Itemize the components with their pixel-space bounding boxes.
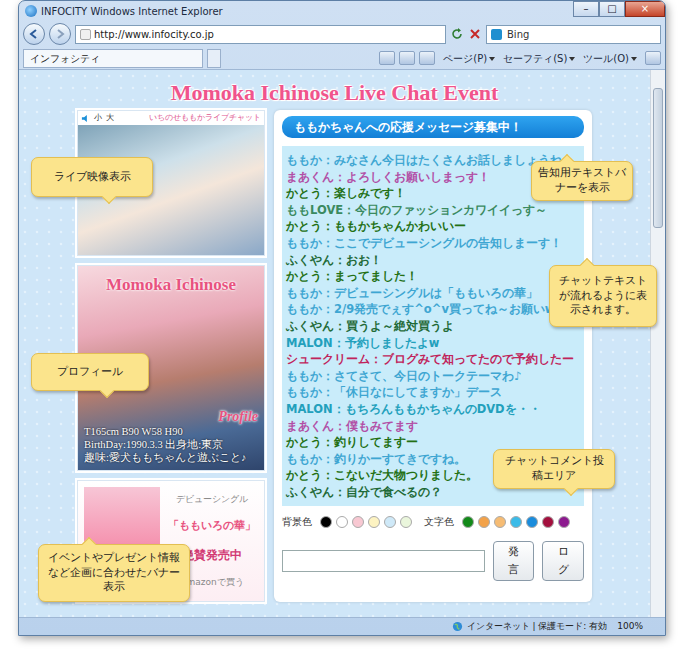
search-field[interactable]: Bing: [486, 25, 661, 44]
bg-color-swatch[interactable]: [384, 516, 396, 528]
chat-message: MALON：もちろんももかちゃんのDVDを・・: [286, 401, 580, 418]
text-color-swatch[interactable]: [542, 516, 554, 528]
ie-logo-icon: [25, 5, 37, 17]
chat-message: ふくやん：おお！: [286, 252, 580, 269]
profile-line: T165cm B90 W58 H90: [84, 425, 246, 438]
banner-kicker: デビューシングル: [166, 493, 258, 507]
forward-button[interactable]: [49, 23, 71, 45]
comment-row: 発言ログ: [282, 535, 584, 581]
title-bar: INFOCITY Windows Internet Explorer–□×: [19, 1, 665, 21]
zone-text: インターネット | 保護モード: 有効: [467, 620, 608, 634]
log-button[interactable]: ログ: [542, 541, 584, 581]
profile-badge: Profile: [218, 406, 258, 427]
scrollbar[interactable]: [650, 70, 665, 617]
stop-icon: [468, 27, 482, 41]
annotation-callout: プロフィール: [31, 353, 149, 391]
chat-message: ももか：ここでデビューシングルの告知しまーす！: [286, 235, 580, 252]
video-bar: 小大 いちのせももかライブチャット: [78, 111, 264, 125]
print-icon[interactable]: [419, 51, 435, 65]
bg-color-swatch[interactable]: [320, 516, 332, 528]
video-label: いちのせももかライブチャット: [149, 112, 261, 124]
color-pickers: 背景色 文字色: [282, 506, 584, 535]
toolbar-menu[interactable]: ページ(P): [443, 51, 495, 66]
profile-name: Momoka Ichinose: [78, 266, 264, 298]
help-icon[interactable]: [645, 51, 661, 65]
text-color-label: 文字色: [424, 514, 454, 529]
chat-message: ももか：さてさて、今日のトークテーマわ♪: [286, 368, 580, 385]
chat-message: かとう：ももかちゃんかわいいー: [286, 218, 580, 235]
home-icon[interactable]: [379, 51, 395, 65]
profile-specs: T165cm B90 W58 H90BirthDay:1990.3.3 出身地:…: [84, 425, 246, 464]
annotation-callout: イベントやプレゼント情報など企画に合わせたバナー表示: [38, 544, 190, 602]
feeds-icon[interactable]: [399, 51, 415, 65]
annotation-callout: ライブ映像表示: [31, 157, 153, 197]
address-bar: http://www.infocity.co.jp Bing: [19, 21, 665, 47]
speaker-icon: [81, 114, 90, 123]
maximize-button[interactable]: □: [599, 1, 625, 17]
minimize-button[interactable]: –: [573, 1, 599, 17]
command-bar: インフォシティ ページ(P) セーフティ(S) ツール(O): [19, 47, 665, 70]
forward-arrow-icon: [53, 27, 67, 41]
chat-message: ももか：2/9発売でぇす^o^v買ってね～お願いw: [286, 301, 580, 318]
page-title: Momoka Ichinose Live Chat Event: [19, 76, 650, 110]
page-area: Momoka Ichinose Live Chat Event 小大 いちのせももか…: [19, 70, 650, 617]
annotation-callout: チャットテキストが流れるように表示されます。: [549, 265, 657, 327]
chat-message: ももか：「休日なにしてますか」デース: [286, 384, 580, 401]
viewport: Momoka Ichinose Live Chat Event 小大 いちのせももか…: [19, 70, 665, 617]
chat-message: ももか：デビューシングルは「ももいろの華」: [286, 285, 580, 302]
text-color-swatch[interactable]: [526, 516, 538, 528]
profile-line: BirthDay:1990.3.3 出身地:東京: [84, 438, 246, 451]
bg-color-swatch[interactable]: [400, 516, 412, 528]
text-color-swatch[interactable]: [478, 516, 490, 528]
bg-color-swatch[interactable]: [368, 516, 380, 528]
status-bar: インターネット | 保護モード: 有効 100%: [19, 617, 665, 635]
notice-banner: ももかちゃんへの応援メッセージ募集中！: [282, 116, 584, 138]
banner-song: 「ももいろの華」: [166, 518, 258, 535]
chat-message: まあくん：僕もみてます: [286, 418, 580, 435]
chat-message: ももLOVE：今日のファッションカワイイっす～: [286, 202, 580, 219]
security-zone: インターネット | 保護モード: 有効: [452, 620, 608, 634]
chat-message: ふくやん：買うよ～絶対買うよ: [286, 318, 580, 335]
annotation-callout: 告知用テキストバナーを表示: [531, 161, 633, 201]
size-button[interactable]: 小: [94, 112, 102, 124]
size-button[interactable]: 大: [106, 112, 114, 124]
refresh-icon: [450, 27, 464, 41]
new-tab-button[interactable]: [207, 49, 221, 68]
close-button[interactable]: ×: [625, 1, 665, 17]
bg-color-swatch[interactable]: [336, 516, 348, 528]
scroll-thumb[interactable]: [653, 88, 663, 228]
annotation-callout: チャットコメント投稿エリア: [493, 449, 615, 489]
zoom-level[interactable]: 100%: [617, 620, 643, 634]
window-controls: –□×: [573, 1, 665, 17]
text-color-swatch[interactable]: [558, 516, 570, 528]
bg-color-swatch[interactable]: [352, 516, 364, 528]
address-field[interactable]: http://www.infocity.co.jp: [75, 25, 446, 44]
back-button[interactable]: [23, 23, 45, 45]
back-arrow-icon: [27, 27, 41, 41]
globe-icon: [452, 621, 463, 632]
chat-message: MALON：予約しましたよw: [286, 335, 580, 352]
text-color-swatch[interactable]: [462, 516, 474, 528]
text-color-swatch[interactable]: [510, 516, 522, 528]
toolbar-menu[interactable]: ツール(O): [583, 51, 637, 66]
browser-window: INFOCITY Windows Internet Explorer–□×htt…: [18, 0, 666, 636]
send-button[interactable]: 発言: [493, 541, 535, 581]
page-tab[interactable]: インフォシティ: [23, 49, 203, 68]
chat-message: シュークリーム：ブログみて知ってたので予約したー: [286, 351, 580, 368]
profile-line: 趣味:愛犬ももちゃんと遊ぶこと♪: [84, 451, 246, 464]
window-title: INFOCITY Windows Internet Explorer: [41, 4, 569, 19]
text-color-swatch[interactable]: [494, 516, 506, 528]
bg-color-label: 背景色: [282, 514, 312, 529]
comment-input[interactable]: [282, 550, 485, 572]
chat-message: かとう：まってました！: [286, 268, 580, 285]
toolbar-menu[interactable]: セーフティ(S): [503, 51, 575, 66]
